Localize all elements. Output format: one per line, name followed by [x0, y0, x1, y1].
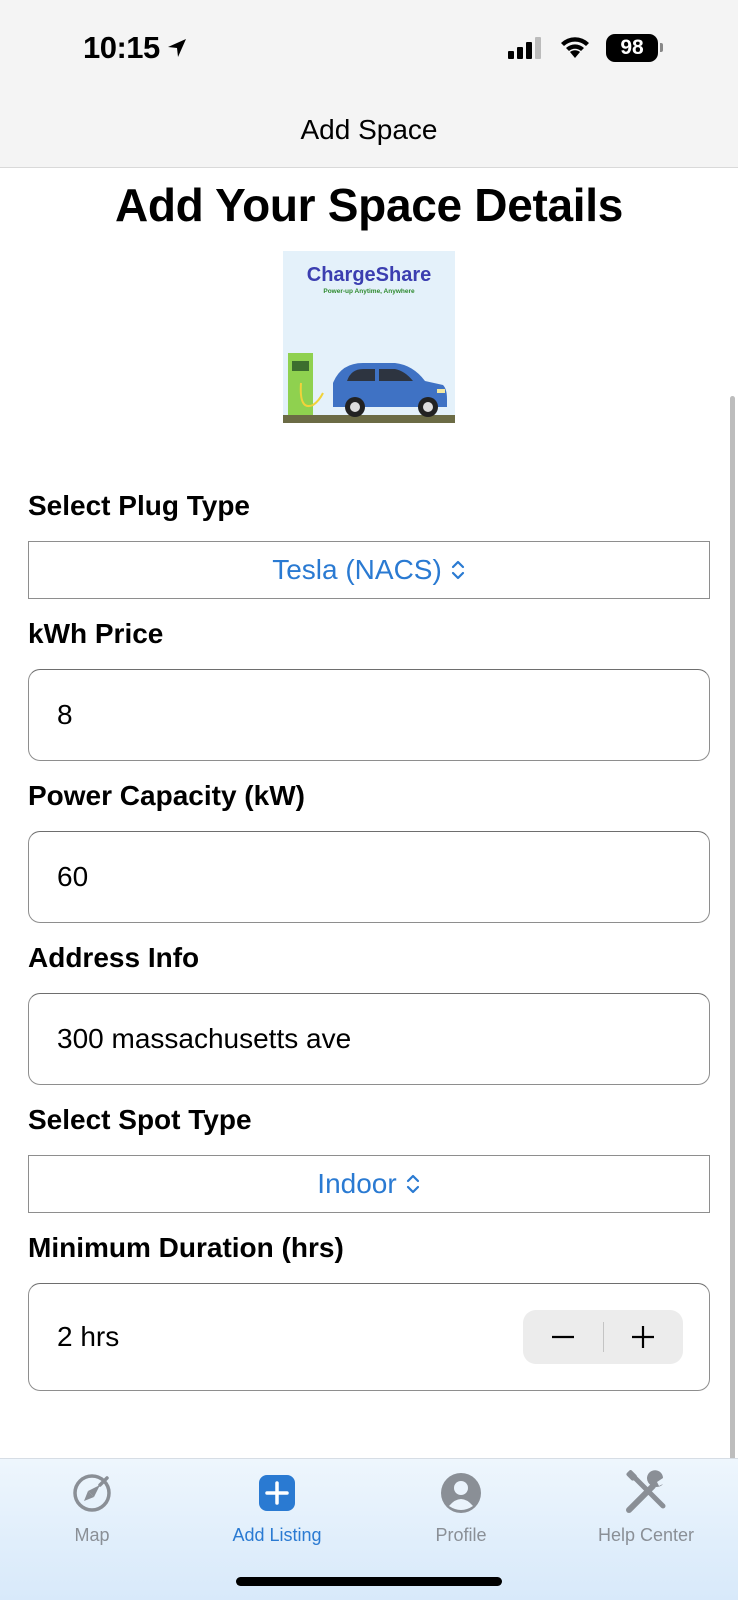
spot-type-value: Indoor	[317, 1168, 397, 1199]
logo-tagline: Power-up Anytime, Anywhere	[323, 288, 415, 295]
duration-stepper[interactable]	[523, 1310, 683, 1364]
plug-type-picker[interactable]: Tesla (NACS)	[28, 541, 710, 599]
ev-charging-illustration	[283, 353, 455, 423]
address-label: Address Info	[28, 942, 200, 973]
status-time: 10:15	[83, 30, 188, 66]
plug-type-value: Tesla (NACS)	[272, 554, 442, 585]
chevron-up-down-icon	[406, 1174, 419, 1194]
nav-title: Add Space	[300, 114, 438, 145]
power-capacity-label: Power Capacity (kW)	[28, 780, 305, 811]
address-value: 300 massachusetts ave	[57, 1023, 352, 1054]
battery-indicator: 98	[606, 34, 663, 62]
form-content[interactable]: Add Your Space Details ChargeShare Power…	[0, 168, 738, 1491]
kwh-price-field[interactable]: 8	[28, 669, 710, 761]
chargeshare-logo: ChargeShare Power-up Anytime, Anywhere	[283, 251, 455, 423]
tab-add-listing-label: Add Listing	[232, 1525, 322, 1545]
kwh-price-value: 8	[57, 699, 73, 730]
tab-map-label: Map	[74, 1525, 110, 1545]
plus-icon	[632, 1326, 655, 1348]
decrement-button[interactable]	[523, 1310, 603, 1364]
min-duration-label: Minimum Duration (hrs)	[28, 1232, 344, 1263]
spot-type-label: Select Spot Type	[28, 1104, 252, 1135]
wifi-icon	[561, 37, 589, 58]
person-circle-icon	[441, 1473, 481, 1513]
kwh-price-label: kWh Price	[28, 618, 164, 649]
status-time-text: 10:15	[83, 30, 160, 65]
power-capacity-value: 60	[57, 861, 89, 892]
tab-help-center-label: Help Center	[597, 1525, 695, 1545]
tab-bar: Map Add Listing Profile Help Center	[0, 1458, 738, 1600]
power-capacity-field[interactable]: 60	[28, 831, 710, 923]
location-arrow-icon	[167, 39, 186, 57]
min-duration-field: 2 hrs	[28, 1283, 710, 1391]
chevron-up-down-icon	[451, 560, 464, 580]
navigation-bar: Add Space	[0, 100, 738, 168]
tab-profile[interactable]: Profile	[369, 1467, 553, 1546]
cellular-signal-icon	[508, 37, 541, 59]
status-bar: 10:15 98	[0, 0, 738, 100]
scroll-indicator[interactable]	[730, 396, 735, 1491]
increment-button[interactable]	[604, 1310, 684, 1364]
tools-icon	[626, 1470, 666, 1513]
tab-help-center[interactable]: Help Center	[554, 1467, 738, 1546]
tab-profile-label: Profile	[435, 1525, 487, 1545]
address-field[interactable]: 300 massachusetts ave	[28, 993, 710, 1085]
spot-type-picker[interactable]: Indoor	[28, 1155, 710, 1213]
page-title: Add Your Space Details	[114, 179, 624, 231]
status-indicators: 98	[508, 34, 663, 62]
logo-brand: ChargeShare	[306, 264, 432, 286]
plus-square-icon	[259, 1475, 295, 1511]
plug-type-label: Select Plug Type	[28, 490, 250, 521]
compass-icon	[73, 1474, 111, 1512]
home-indicator[interactable]	[236, 1577, 502, 1586]
tab-map[interactable]: Map	[0, 1467, 184, 1546]
minus-icon	[551, 1335, 574, 1339]
tab-add-listing[interactable]: Add Listing	[185, 1467, 369, 1546]
